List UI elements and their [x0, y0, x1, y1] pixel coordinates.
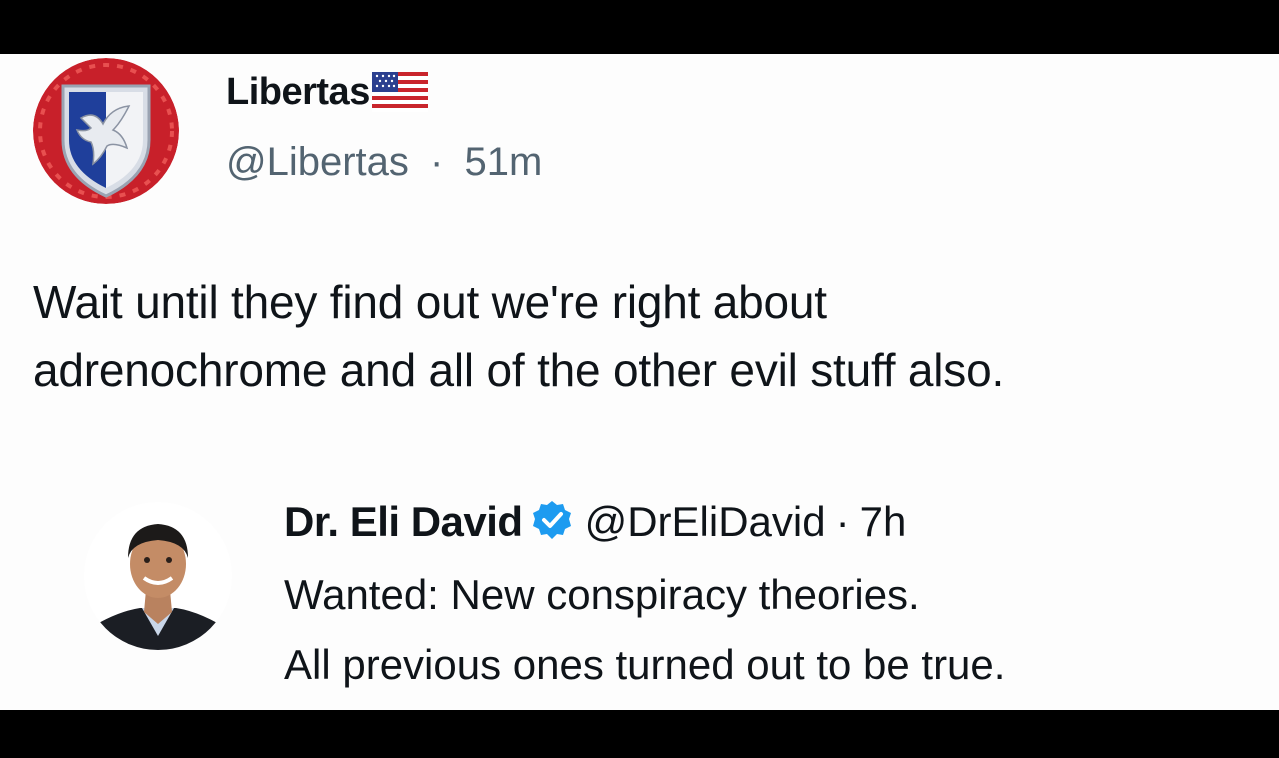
- quoted-post[interactable]: Dr. Eli David @DrEliDavid · 7h Wanted: N…: [84, 490, 1264, 700]
- quoted-author-display-name[interactable]: Dr. Eli David: [284, 498, 523, 546]
- quoted-author-row: Dr. Eli David @DrEliDavid · 7h: [284, 494, 906, 550]
- quoted-post-timestamp[interactable]: 7h: [860, 498, 907, 546]
- quoted-author-avatar[interactable]: [84, 502, 232, 650]
- author-meta: @Libertas · 51m: [226, 140, 542, 185]
- screenshot-frame: Libertas @Libertas · 51m Wait until they…: [0, 0, 1279, 758]
- post-text-line: adrenochrome and all of the other evil s…: [33, 344, 1005, 396]
- quoted-meta-separator: ·: [835, 498, 850, 545]
- quoted-post-body: Wanted: New conspiracy theories. All pre…: [284, 560, 1005, 700]
- post-card[interactable]: Libertas @Libertas · 51m Wait until they…: [0, 54, 1279, 710]
- shield-eagle-avatar-icon: [33, 58, 179, 204]
- post-text-line: Wait until they find out we're right abo…: [33, 276, 827, 328]
- author-handle[interactable]: @Libertas: [226, 140, 409, 184]
- us-flag-icon: [371, 71, 428, 117]
- verified-badge-icon: [531, 499, 573, 546]
- post-timestamp[interactable]: 51m: [465, 140, 543, 184]
- author-name-row: Libertas: [226, 70, 428, 114]
- author-avatar[interactable]: [33, 58, 179, 204]
- quoted-author-handle[interactable]: @DrEliDavid: [585, 498, 826, 546]
- quoted-text-line: All previous ones turned out to be true.: [284, 641, 1006, 688]
- quoted-text-line: Wanted: New conspiracy theories.: [284, 571, 920, 618]
- meta-separator: ·: [430, 140, 444, 184]
- author-display-name[interactable]: Libertas: [226, 71, 370, 114]
- person-portrait-icon: [84, 502, 232, 650]
- post-body: Wait until they find out we're right abo…: [33, 268, 1263, 404]
